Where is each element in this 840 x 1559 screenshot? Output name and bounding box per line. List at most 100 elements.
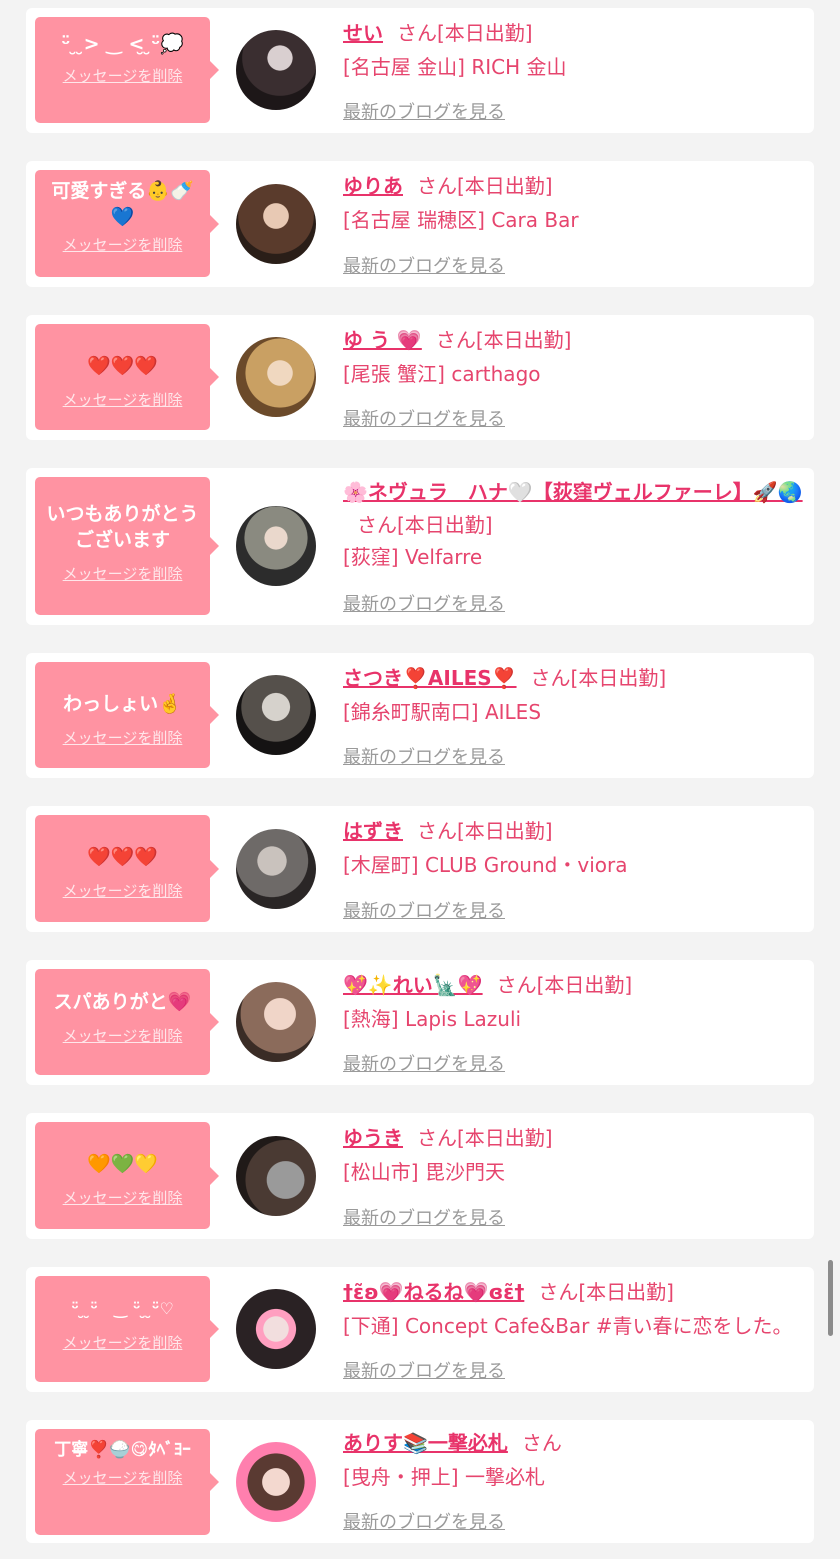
delete-message-link[interactable]: メッセージを削除 <box>63 1025 183 1046</box>
cast-info: ゆ う 💗 さん[本日出勤] [尾張 蟹江] carthago <box>343 325 804 389</box>
san-label: さん <box>530 666 571 690</box>
latest-blog-link[interactable]: 最新のブログを見る <box>343 897 505 923</box>
latest-blog-link[interactable]: 最新のブログを見る <box>343 1050 505 1076</box>
message-bubble: ❤️❤️❤️ メッセージを削除 <box>35 324 219 430</box>
cast-avatar[interactable] <box>236 1289 316 1369</box>
shop-name: [熱海] Lapis Lazuli <box>343 1007 522 1031</box>
message-bubble: 🧡💚💛 メッセージを削除 <box>35 1122 219 1229</box>
san-label: さん <box>357 513 397 537</box>
favorite-cast-list: ᵕ̈ ̮ ̮> ‿ <̮ ̮ᵕ̈💭 メッセージを削除 せい さん[本日出勤] [名… <box>0 0 840 1559</box>
delete-message-link[interactable]: メッセージを削除 <box>63 563 183 584</box>
shop-name: [松山市] 毘沙門天 <box>343 1160 505 1184</box>
cast-name-link[interactable]: 💖✨れい🗽💖 <box>343 973 483 997</box>
cast-card: わっしょい🤞 メッセージを削除 さつき❣️AILES❣️ さん[本日出勤] [錦糸… <box>26 653 814 778</box>
delete-message-link[interactable]: メッセージを削除 <box>63 1187 183 1208</box>
cast-info: さつき❣️AILES❣️ さん[本日出勤] [錦糸町駅南口] AILES <box>343 663 804 727</box>
cast-avatar[interactable] <box>236 829 316 909</box>
delete-message-link[interactable]: メッセージを削除 <box>63 1467 183 1488</box>
cast-info: はずき さん[本日出勤] [木屋町] CLUB Ground・viora <box>343 816 804 880</box>
shop-name: [名古屋 金山] RICH 金山 <box>343 55 567 79</box>
shop-name: [名古屋 瑞穂区] Cara Bar <box>343 208 579 232</box>
shop-name: [木屋町] CLUB Ground・viora <box>343 853 628 877</box>
latest-blog-link[interactable]: 最新のブログを見る <box>343 1357 505 1383</box>
message-text: ᵕ̈ ̮ ̮ᵕ̈ ‿ ᵕ̈ ̮ ̮ᵕ̈♡ <box>71 1299 174 1318</box>
delete-message-link[interactable]: メッセージを削除 <box>63 727 183 748</box>
shop-name: [曳舟・押上] 一撃必札 <box>343 1465 545 1489</box>
message-bubble: わっしょい🤞 メッセージを削除 <box>35 662 219 768</box>
message-bubble: ᵕ̈ ̮ ̮> ‿ <̮ ̮ᵕ̈💭 メッセージを削除 <box>35 17 219 123</box>
message-bubble: 可愛すぎる👶🍼💙 メッセージを削除 <box>35 170 219 277</box>
cast-info: ゆうき さん[本日出勤] [松山市] 毘沙門天 <box>343 1123 804 1187</box>
message-bubble: 丁寧❣️🍚😋ﾀﾍﾞﾖｰ メッセージを削除 <box>35 1429 219 1535</box>
san-label: さん <box>397 21 437 45</box>
latest-blog-link[interactable]: 最新のブログを見る <box>343 98 505 124</box>
cast-name-link[interactable]: ゆうき <box>343 1126 403 1150</box>
cast-info: ありす📚一撃必札 さん [曳舟・押上] 一撃必札 <box>343 1428 804 1492</box>
cast-name-link[interactable]: せい <box>343 21 383 45</box>
cast-info: 🌸ネヴュラ ハナ🤍【荻窪ヴェルファーレ】🚀🌏 さん[本日出勤] [荻窪] Velf… <box>343 476 804 572</box>
today-badge: [本日出勤] <box>536 973 633 997</box>
cast-avatar[interactable] <box>236 1136 316 1216</box>
latest-blog-link[interactable]: 最新のブログを見る <box>343 743 505 769</box>
latest-blog-link[interactable]: 最新のブログを見る <box>343 1508 505 1534</box>
cast-card: いつもありがとうございます メッセージを削除 🌸ネヴュラ ハナ🤍【荻窪ヴェルファ… <box>26 468 814 625</box>
cast-name-link[interactable]: ありす📚一撃必札 <box>343 1431 508 1455</box>
shop-name: [錦糸町駅南口] AILES <box>343 700 542 724</box>
latest-blog-link[interactable]: 最新のブログを見る <box>343 1204 505 1230</box>
cast-avatar[interactable] <box>236 184 316 264</box>
message-text: いつもありがとうございます <box>46 503 199 551</box>
delete-message-link[interactable]: メッセージを削除 <box>63 65 183 86</box>
san-label: さん <box>521 1431 562 1455</box>
san-label: さん <box>435 328 476 352</box>
san-label: さん <box>496 973 537 997</box>
cast-card: ❤️❤️❤️ メッセージを削除 はずき さん[本日出勤] [木屋町] CLUB G… <box>26 806 814 932</box>
cast-avatar[interactable] <box>236 675 316 755</box>
cast-card: 可愛すぎる👶🍼💙 メッセージを削除 ゆりあ さん[本日出勤] [名古屋 瑞穂区] … <box>26 161 814 287</box>
message-text: ❤️❤️❤️ <box>87 846 158 868</box>
shop-name: [尾張 蟹江] carthago <box>343 362 541 386</box>
today-badge: [本日出勤] <box>475 328 572 352</box>
cast-name-link[interactable]: 🌸ネヴュラ ハナ🤍【荻窪ヴェルファーレ】🚀🌏 <box>343 480 803 504</box>
latest-blog-link[interactable]: 最新のブログを見る <box>343 252 505 278</box>
cast-card: スパありがと💗 メッセージを削除 💖✨れい🗽💖 さん[本日出勤] [熱海] Lap… <box>26 960 814 1085</box>
today-badge: [本日出勤] <box>437 21 533 45</box>
today-badge: [本日出勤] <box>570 666 667 690</box>
cast-name-link[interactable]: ゆ う 💗 <box>343 328 422 352</box>
delete-message-link[interactable]: メッセージを削除 <box>63 234 183 255</box>
today-badge: [本日出勤] <box>397 513 493 537</box>
message-bubble: いつもありがとうございます メッセージを削除 <box>35 477 219 615</box>
san-label: さん <box>417 174 457 198</box>
cast-card: 🧡💚💛 メッセージを削除 ゆうき さん[本日出勤] [松山市] 毘沙門天 最新のブ… <box>26 1113 814 1239</box>
delete-message-link[interactable]: メッセージを削除 <box>63 1332 183 1353</box>
latest-blog-link[interactable]: 最新のブログを見る <box>343 405 505 431</box>
cast-card: ᵕ̈ ̮ ̮> ‿ <̮ ̮ᵕ̈💭 メッセージを削除 せい さん[本日出勤] [名… <box>26 8 814 133</box>
cast-avatar[interactable] <box>236 337 316 417</box>
cast-info: ゆりあ さん[本日出勤] [名古屋 瑞穂区] Cara Bar <box>343 171 804 235</box>
cast-name-link[interactable]: ゆりあ <box>343 174 403 198</box>
latest-blog-link[interactable]: 最新のブログを見る <box>343 590 505 616</box>
cast-name-link[interactable]: †ɛ̃ʚ💗ねるね💗ɞɛ̃† <box>343 1280 524 1304</box>
message-text: ❤️❤️❤️ <box>87 355 158 377</box>
san-label: さん <box>417 1126 457 1150</box>
message-text: 丁寧❣️🍚😋ﾀﾍﾞﾖｰ <box>54 1440 191 1460</box>
cast-name-link[interactable]: さつき❣️AILES❣️ <box>343 666 517 690</box>
san-label: さん <box>417 819 457 843</box>
cast-avatar[interactable] <box>236 30 316 110</box>
message-text: 可愛すぎる👶🍼💙 <box>51 180 194 228</box>
delete-message-link[interactable]: メッセージを削除 <box>63 880 183 901</box>
delete-message-link[interactable]: メッセージを削除 <box>63 389 183 410</box>
today-badge: [本日出勤] <box>457 1126 553 1150</box>
cast-card: 丁寧❣️🍚😋ﾀﾍﾞﾖｰ メッセージを削除 ありす📚一撃必札 さん [曳舟・押上] … <box>26 1420 814 1543</box>
cast-avatar[interactable] <box>236 982 316 1062</box>
today-badge: [本日出勤] <box>457 174 553 198</box>
cast-name-link[interactable]: はずき <box>343 819 403 843</box>
cast-avatar[interactable] <box>236 1442 316 1522</box>
san-label: さん <box>538 1280 579 1304</box>
message-text: スパありがと💗 <box>53 991 192 1013</box>
cast-info: せい さん[本日出勤] [名古屋 金山] RICH 金山 <box>343 18 804 82</box>
message-bubble: ᵕ̈ ̮ ̮ᵕ̈ ‿ ᵕ̈ ̮ ̮ᵕ̈♡ メッセージを削除 <box>35 1276 219 1382</box>
message-text: ᵕ̈ ̮ ̮> ‿ <̮ ̮ᵕ̈💭 <box>61 33 184 55</box>
scrollbar-thumb[interactable] <box>828 1260 833 1336</box>
message-text: 🧡💚💛 <box>87 1153 158 1175</box>
cast-avatar[interactable] <box>236 506 316 586</box>
